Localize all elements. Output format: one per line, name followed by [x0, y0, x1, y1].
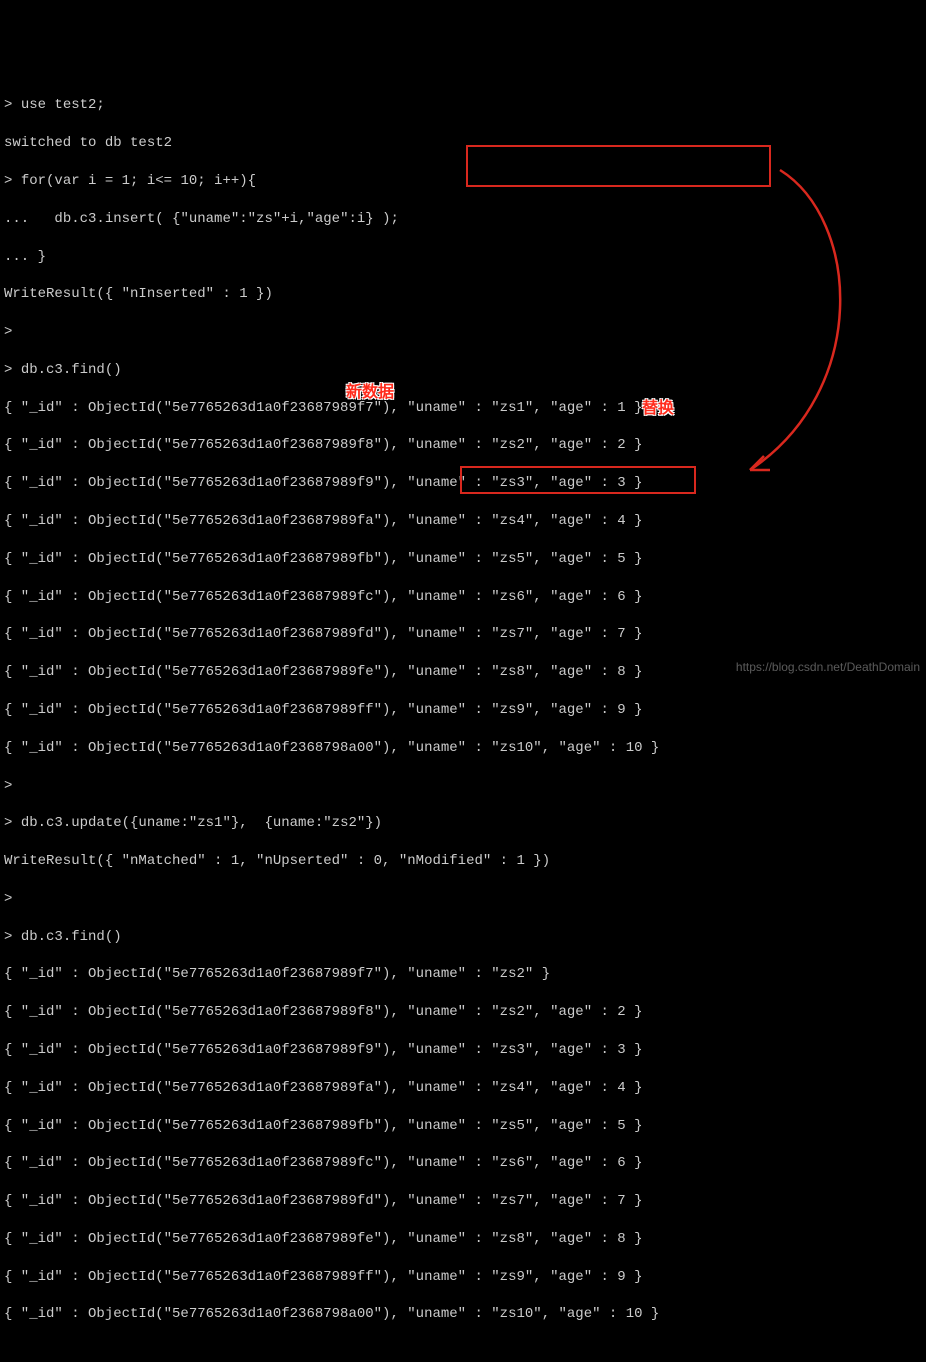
result-line: { "_id" : ObjectId("5e7765263d1a0f236879…: [4, 1192, 922, 1211]
result-line: { "_id" : ObjectId("5e7765263d1a0f236879…: [4, 399, 922, 418]
prompt-line: >: [4, 890, 922, 909]
result-line: { "_id" : ObjectId("5e7765263d1a0f236879…: [4, 965, 922, 984]
prompt-line: > use test2;: [4, 96, 922, 115]
cont-line: ... }: [4, 248, 922, 267]
output-line: WriteResult({ "nInserted" : 1 }): [4, 285, 922, 304]
result-line: { "_id" : ObjectId("5e7765263d1a0f236879…: [4, 625, 922, 644]
result-line: { "_id" : ObjectId("5e7765263d1a0f236879…: [4, 739, 922, 758]
prompt-line: > db.c3.update({uname:"zs1"}, {uname:"zs…: [4, 814, 922, 833]
prompt-line: >: [4, 777, 922, 796]
result-line: { "_id" : ObjectId("5e7765263d1a0f236879…: [4, 701, 922, 720]
result-line: { "_id" : ObjectId("5e7765263d1a0f236879…: [4, 1117, 922, 1136]
prompt-line: > db.c3.find(): [4, 928, 922, 947]
result-line: { "_id" : ObjectId("5e7765263d1a0f236879…: [4, 663, 922, 682]
prompt-line: >: [4, 323, 922, 342]
result-line: { "_id" : ObjectId("5e7765263d1a0f236879…: [4, 1154, 922, 1173]
prompt-line: > for(var i = 1; i<= 10; i++){: [4, 172, 922, 191]
result-line: { "_id" : ObjectId("5e7765263d1a0f236879…: [4, 1268, 922, 1287]
result-line: { "_id" : ObjectId("5e7765263d1a0f236879…: [4, 1079, 922, 1098]
result-line: { "_id" : ObjectId("5e7765263d1a0f236879…: [4, 1230, 922, 1249]
cont-line: ... db.c3.insert( {"uname":"zs"+i,"age":…: [4, 210, 922, 229]
output-line: switched to db test2: [4, 134, 922, 153]
result-line: { "_id" : ObjectId("5e7765263d1a0f236879…: [4, 512, 922, 531]
result-line: { "_id" : ObjectId("5e7765263d1a0f236879…: [4, 436, 922, 455]
result-line: { "_id" : ObjectId("5e7765263d1a0f236879…: [4, 588, 922, 607]
terminal-output[interactable]: > use test2; switched to db test2 > for(…: [4, 78, 922, 1344]
result-line: { "_id" : ObjectId("5e7765263d1a0f236879…: [4, 474, 922, 493]
result-line: { "_id" : ObjectId("5e7765263d1a0f236879…: [4, 1003, 922, 1022]
result-line: { "_id" : ObjectId("5e7765263d1a0f236879…: [4, 1041, 922, 1060]
prompt-line: > db.c3.find(): [4, 361, 922, 380]
result-line: { "_id" : ObjectId("5e7765263d1a0f236879…: [4, 550, 922, 569]
output-line: WriteResult({ "nMatched" : 1, "nUpserted…: [4, 852, 922, 871]
result-line: { "_id" : ObjectId("5e7765263d1a0f236879…: [4, 1305, 922, 1324]
